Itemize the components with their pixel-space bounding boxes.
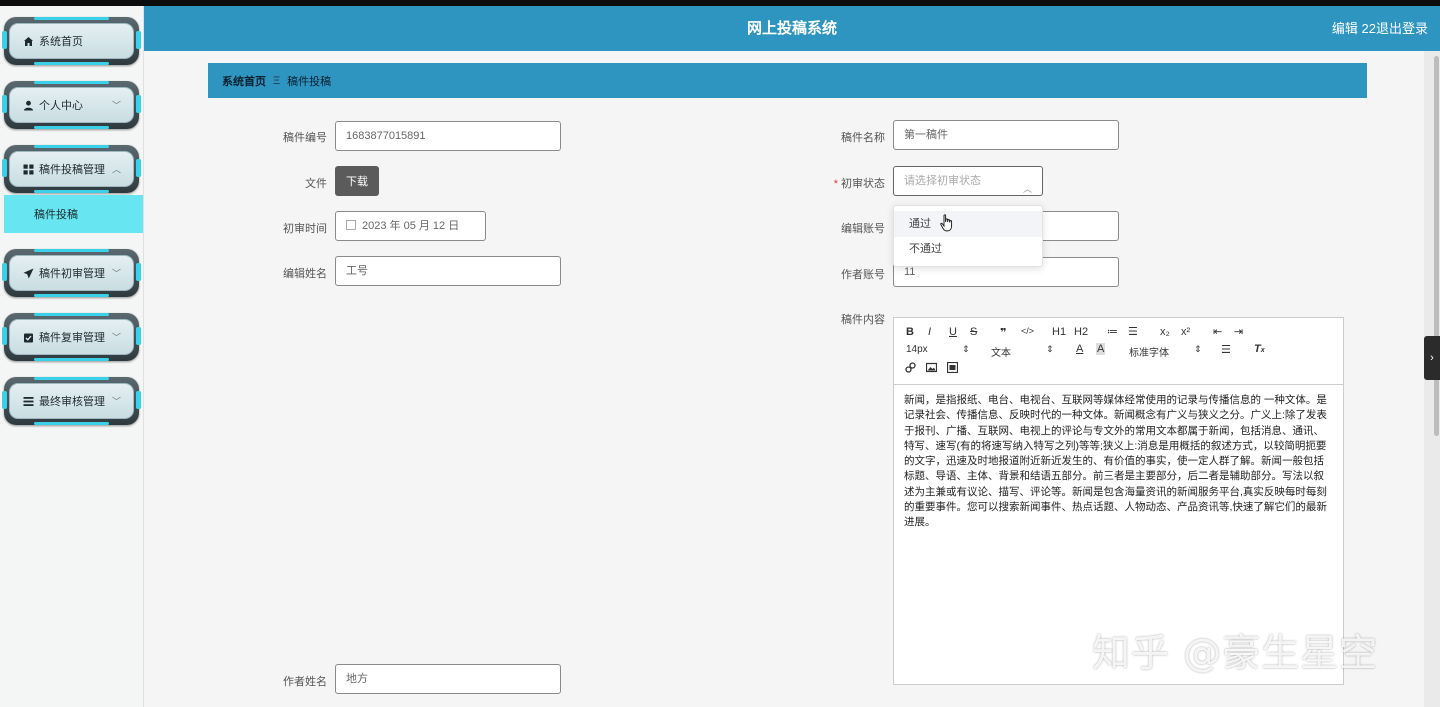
- breadcrumb-current: 稿件投稿: [287, 75, 332, 88]
- editor-name-label: 编辑姓名: [283, 268, 327, 280]
- logout-link[interactable]: 退出登录: [1376, 6, 1428, 51]
- strike-button[interactable]: S: [970, 326, 977, 338]
- background-color-icon[interactable]: A: [1096, 343, 1106, 355]
- review-time-label: 初审时间: [283, 223, 327, 235]
- review-time-input[interactable]: 2023 年 05 月 12 日: [335, 211, 486, 241]
- send-icon: [22, 267, 34, 279]
- clipboard-check-icon: [22, 331, 34, 343]
- sidebar-item-final-review[interactable]: 最终审核管理 ﹀: [2, 377, 141, 425]
- indent-button[interactable]: ⇥: [1234, 325, 1243, 338]
- chevron-updown-icon: ⇕: [962, 344, 970, 354]
- top-header: 网上投稿系统 编辑 22 退出登录: [144, 6, 1440, 51]
- submenu-item-manuscript-submit[interactable]: 稿件投稿: [4, 195, 143, 233]
- sidebar-item-label: 稿件投稿管理: [39, 164, 105, 176]
- quote-button[interactable]: ❞: [1000, 326, 1006, 339]
- outdent-button[interactable]: ⇤: [1213, 325, 1222, 338]
- chevron-up-icon: ︿: [1022, 184, 1032, 194]
- breadcrumb-home[interactable]: 系统首页: [222, 73, 266, 89]
- chevron-down-icon: ﹀: [111, 268, 121, 279]
- sidebar-item-label: 稿件初审管理: [39, 268, 105, 280]
- name-label: 稿件名称: [841, 132, 885, 144]
- user-icon: [22, 99, 34, 111]
- chevron-down-icon: ﹀: [111, 100, 121, 111]
- chevron-down-icon: ﹀: [111, 332, 121, 343]
- bullet-list-button[interactable]: ☰: [1128, 325, 1138, 338]
- calendar-icon: [346, 220, 356, 230]
- breadcrumb-separator: Ξ: [273, 74, 281, 87]
- sidebar-item-label: 最终审核管理: [39, 396, 105, 408]
- chevron-updown-icon: ⇕: [1194, 344, 1202, 354]
- text-style-select[interactable]: 文本: [991, 344, 1011, 359]
- align-icon[interactable]: ☰: [1221, 343, 1231, 356]
- id-label: 稿件编号: [283, 132, 327, 144]
- home-icon: [22, 35, 34, 47]
- sidebar-item-manuscript-submit[interactable]: 稿件投稿管理 ︿: [2, 145, 141, 193]
- subscript-button[interactable]: x₂: [1160, 326, 1170, 338]
- font-family-select[interactable]: 标准字体: [1129, 344, 1169, 359]
- h2-button[interactable]: H2: [1074, 326, 1088, 338]
- font-size-select[interactable]: 14px: [906, 344, 928, 355]
- manuscript-id-input[interactable]: 1683877015891: [335, 121, 561, 151]
- link-icon[interactable]: [905, 362, 916, 376]
- breadcrumb: 系统首页 Ξ 稿件投稿: [208, 63, 1367, 98]
- chevron-up-icon: ︿: [111, 164, 121, 175]
- sidebar: 系统首页 个人中心 ﹀ 稿件投稿管理 ︿ 稿件投稿 稿件初审管理 ﹀ 稿件复审管…: [0, 6, 144, 707]
- status-dropdown: 通过 不通过: [893, 205, 1043, 267]
- underline-button[interactable]: U: [949, 326, 957, 338]
- app-title: 网上投稿系统: [746, 20, 837, 37]
- sidebar-item-label: 个人中心: [39, 100, 83, 112]
- editor-account-label: 编辑账号: [841, 223, 885, 235]
- status-label: * 初审状态: [833, 178, 885, 190]
- hand-cursor-icon: [940, 214, 953, 232]
- author-name-label: 作者姓名: [283, 676, 327, 688]
- grid-icon: [22, 163, 34, 175]
- author-account-label: 作者账号: [841, 269, 885, 281]
- editor-name-input[interactable]: 工号: [335, 256, 561, 286]
- download-button[interactable]: 下载: [335, 166, 379, 196]
- sidebar-item-label: 稿件复审管理: [39, 332, 105, 344]
- chevron-updown-icon: ⇕: [1046, 344, 1054, 354]
- watermark: 知乎 @豪生星空: [1092, 631, 1379, 675]
- h1-button[interactable]: H1: [1052, 326, 1066, 338]
- sidebar-item-first-review[interactable]: 稿件初审管理 ﹀: [2, 249, 141, 297]
- sidebar-item-second-review[interactable]: 稿件复审管理 ﹀: [2, 313, 141, 361]
- sidebar-item-home[interactable]: 系统首页: [2, 17, 141, 65]
- sidebar-item-profile[interactable]: 个人中心 ﹀: [2, 81, 141, 129]
- code-button[interactable]: </>: [1021, 326, 1034, 336]
- author-name-input[interactable]: 地方: [335, 664, 561, 694]
- image-icon[interactable]: [925, 362, 938, 376]
- font-color-icon[interactable]: A: [1076, 343, 1083, 355]
- clear-format-icon[interactable]: Tx: [1254, 343, 1265, 355]
- video-icon[interactable]: [946, 361, 959, 376]
- ordered-list-button[interactable]: ≔: [1107, 325, 1118, 338]
- bold-button[interactable]: B: [906, 326, 914, 338]
- review-status-select[interactable]: 请选择初审状态 ︿: [893, 166, 1043, 196]
- editor-toolbar: B I U S ❞ </> H1 H2 ≔ ☰ x₂ x² ⇤ ⇥ 14px ⇕…: [894, 318, 1343, 385]
- option-pass[interactable]: 通过: [894, 211, 1042, 237]
- side-panel-toggle[interactable]: ›: [1424, 336, 1440, 380]
- sidebar-item-label: 系统首页: [39, 36, 83, 48]
- chevron-right-icon: ›: [1430, 352, 1434, 364]
- chevron-down-icon: ﹀: [111, 396, 121, 407]
- option-fail[interactable]: 不通过: [894, 236, 1042, 262]
- current-user: 编辑 22: [1331, 21, 1376, 36]
- editor-content[interactable]: 新闻，是指报纸、电台、电视台、互联网等媒体经常使用的记录与传播信息的 一种文体。…: [894, 385, 1343, 539]
- manuscript-name-input[interactable]: 第一稿件: [893, 120, 1119, 150]
- status-placeholder: 请选择初审状态: [904, 175, 981, 187]
- superscript-button[interactable]: x²: [1181, 326, 1190, 338]
- required-mark: *: [833, 178, 838, 190]
- review-time-value: 2023 年 05 月 12 日: [362, 220, 460, 232]
- content-label: 稿件内容: [841, 314, 885, 326]
- italic-button[interactable]: I: [928, 326, 931, 338]
- file-label: 文件: [305, 178, 327, 190]
- list-icon: [22, 395, 34, 407]
